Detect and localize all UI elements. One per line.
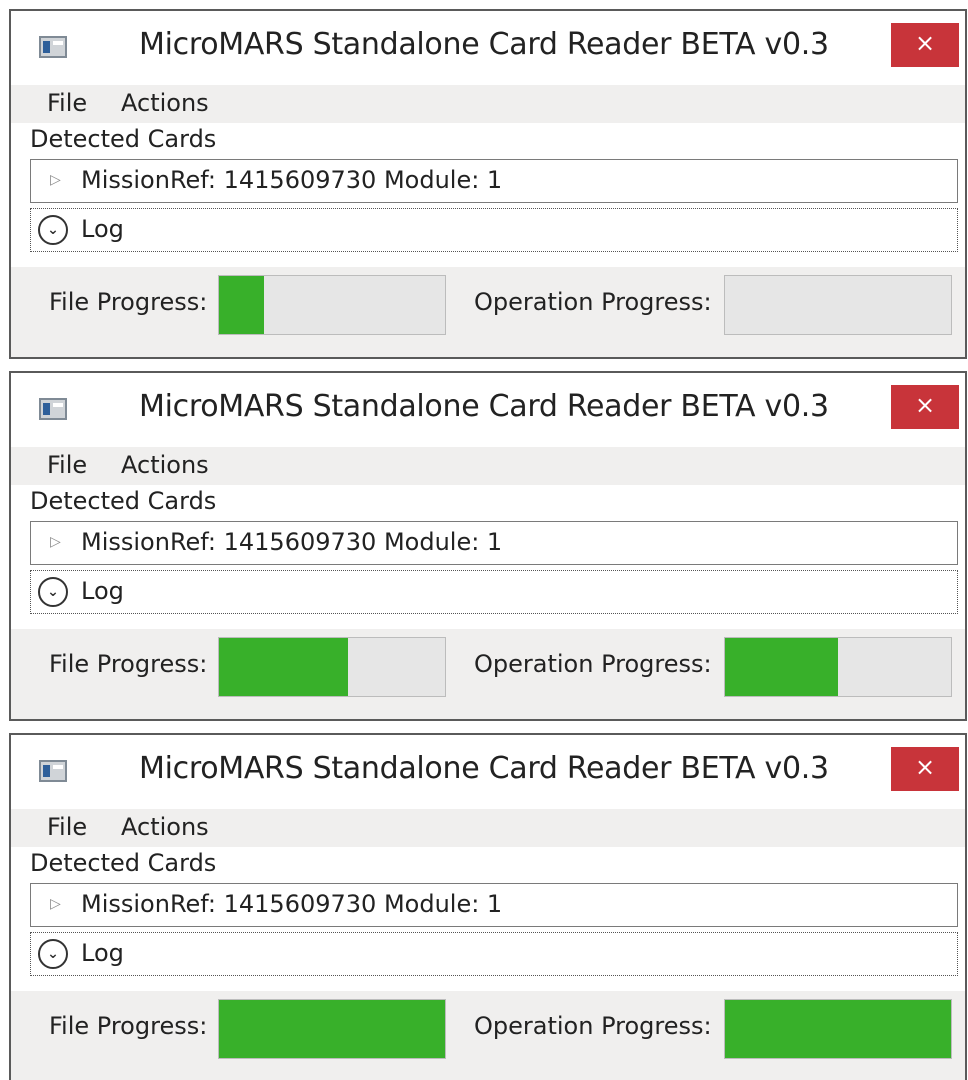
progress-area: File Progress: Operation Progress: <box>11 991 965 1080</box>
file-progress-fill <box>219 638 348 696</box>
app-window: MicroMARS Standalone Card Reader BETA v0… <box>9 371 967 721</box>
close-button[interactable]: × <box>891 23 959 67</box>
triangle-right-icon[interactable]: ▷ <box>50 534 61 550</box>
window-title: MicroMARS Standalone Card Reader BETA v0… <box>139 751 829 786</box>
window-title: MicroMARS Standalone Card Reader BETA v0… <box>139 27 829 62</box>
app-window-icon <box>39 36 67 58</box>
log-expander[interactable]: ⌄ Log <box>30 570 958 614</box>
card-item[interactable]: MissionRef: 1415609730 Module: 1 <box>81 528 502 556</box>
close-button[interactable]: × <box>891 747 959 791</box>
log-label[interactable]: Log <box>81 577 124 605</box>
menu-file[interactable]: File <box>47 89 87 117</box>
file-progress-fill <box>219 276 265 334</box>
menu-actions[interactable]: Actions <box>121 813 209 841</box>
app-window-icon <box>39 760 67 782</box>
detected-cards-tree[interactable]: ▷ MissionRef: 1415609730 Module: 1 <box>30 159 958 203</box>
title-bar[interactable]: MicroMARS Standalone Card Reader BETA v0… <box>11 373 965 447</box>
file-progress-fill <box>219 1000 445 1058</box>
operation-progress-label: Operation Progress: <box>474 288 712 316</box>
title-bar[interactable]: MicroMARS Standalone Card Reader BETA v0… <box>11 11 965 85</box>
menu-bar: File Actions <box>11 85 965 123</box>
chevron-down-circle-icon[interactable]: ⌄ <box>38 215 68 245</box>
screenshot-page: MicroMARS Standalone Card Reader BETA v0… <box>0 0 968 1080</box>
menu-actions[interactable]: Actions <box>121 89 209 117</box>
operation-progress-fill <box>725 1000 951 1058</box>
chevron-down-circle-icon[interactable]: ⌄ <box>38 577 68 607</box>
progress-area: File Progress: Operation Progress: <box>11 629 965 719</box>
title-bar[interactable]: MicroMARS Standalone Card Reader BETA v0… <box>11 735 965 809</box>
operation-progress-fill <box>725 638 838 696</box>
window-title: MicroMARS Standalone Card Reader BETA v0… <box>139 389 829 424</box>
menu-bar: File Actions <box>11 447 965 485</box>
menu-file[interactable]: File <box>47 813 87 841</box>
file-progress-label: File Progress: <box>49 288 208 316</box>
triangle-right-icon[interactable]: ▷ <box>50 172 61 188</box>
operation-progress-bar <box>724 637 952 697</box>
file-progress-label: File Progress: <box>49 1012 208 1040</box>
card-item[interactable]: MissionRef: 1415609730 Module: 1 <box>81 890 502 918</box>
app-window-icon <box>39 398 67 420</box>
app-window: MicroMARS Standalone Card Reader BETA v0… <box>9 9 967 359</box>
triangle-right-icon[interactable]: ▷ <box>50 896 61 912</box>
operation-progress-bar <box>724 275 952 335</box>
close-button[interactable]: × <box>891 385 959 429</box>
log-label[interactable]: Log <box>81 939 124 967</box>
progress-area: File Progress: Operation Progress: <box>11 267 965 357</box>
app-window: MicroMARS Standalone Card Reader BETA v0… <box>9 733 967 1080</box>
menu-actions[interactable]: Actions <box>121 451 209 479</box>
file-progress-bar <box>218 637 446 697</box>
file-progress-label: File Progress: <box>49 650 208 678</box>
detected-cards-tree[interactable]: ▷ MissionRef: 1415609730 Module: 1 <box>30 883 958 927</box>
chevron-down-circle-icon[interactable]: ⌄ <box>38 939 68 969</box>
close-icon: × <box>914 29 936 57</box>
close-icon: × <box>914 753 936 781</box>
detected-cards-label: Detected Cards <box>30 849 217 877</box>
detected-cards-label: Detected Cards <box>30 487 217 515</box>
menu-bar: File Actions <box>11 809 965 847</box>
detected-cards-tree[interactable]: ▷ MissionRef: 1415609730 Module: 1 <box>30 521 958 565</box>
operation-progress-bar <box>724 999 952 1059</box>
log-expander[interactable]: ⌄ Log <box>30 932 958 976</box>
operation-progress-label: Operation Progress: <box>474 1012 712 1040</box>
file-progress-bar <box>218 999 446 1059</box>
close-icon: × <box>914 391 936 419</box>
operation-progress-label: Operation Progress: <box>474 650 712 678</box>
file-progress-bar <box>218 275 446 335</box>
card-item[interactable]: MissionRef: 1415609730 Module: 1 <box>81 166 502 194</box>
log-label[interactable]: Log <box>81 215 124 243</box>
detected-cards-label: Detected Cards <box>30 125 217 153</box>
log-expander[interactable]: ⌄ Log <box>30 208 958 252</box>
menu-file[interactable]: File <box>47 451 87 479</box>
